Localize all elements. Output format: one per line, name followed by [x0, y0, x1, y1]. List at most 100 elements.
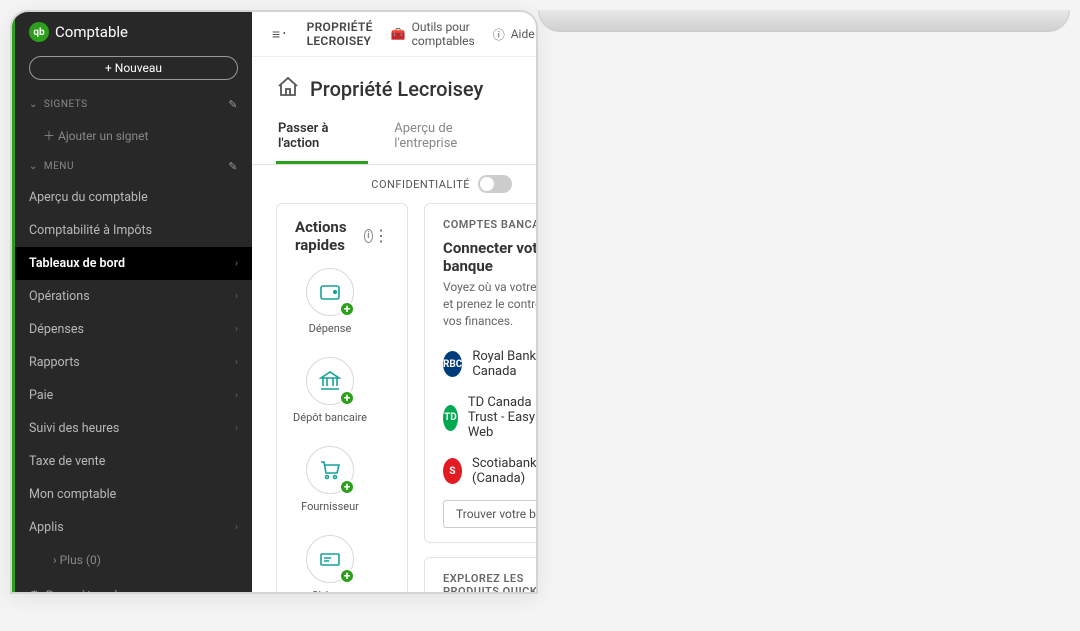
tab-overview[interactable]: Aperçu de l'entreprise [392, 111, 512, 164]
hamburger-icon[interactable]: ≡᛫ [272, 26, 289, 43]
menu-header: ⌄ MENU ✎ [15, 152, 252, 181]
toolbox-icon: 🧰 [391, 27, 406, 41]
add-bookmark-label: Ajouter un signet [58, 129, 148, 143]
bank-name: Scotiabank (Canada) [472, 456, 536, 486]
bank-logo-icon: TD [443, 405, 458, 431]
chevron-right-icon: › [235, 324, 238, 335]
breadcrumb: PROPRIÉTÉ LECROISEY [307, 20, 373, 48]
more-menu-icon[interactable]: ⋮ [373, 232, 389, 240]
page-title: Propriété Lecroisey [310, 77, 483, 101]
menu-settings[interactable]: ⚙ Paramètres du menu [15, 576, 252, 594]
bank-title: Connecter votre banque [443, 239, 536, 275]
add-bookmark[interactable]: ＋ Ajouter un signet [15, 119, 252, 152]
find-bank-button[interactable]: Trouver votre banque [443, 500, 536, 528]
bank-name: Royal Bank of Canada [472, 349, 536, 379]
bank-accounts-card: COMPTES BANCAIRES Connecter votre banque… [424, 203, 536, 543]
bank-logo-icon: RBC [443, 351, 462, 377]
explore-products-card: EXPLOREZ LES PRODUITS QUICKBOOKS PaieCen… [424, 557, 536, 592]
action-chèque[interactable]: + Chèque [295, 535, 365, 592]
menu-label: MENU [44, 161, 74, 172]
sidebar: qb Comptable + Nouveau ⌄ SIGNETS ✎ ＋ Ajou… [12, 12, 252, 592]
edit-menu-icon[interactable]: ✎ [228, 160, 238, 173]
products-section-label: EXPLOREZ LES PRODUITS QUICKBOOKS [443, 572, 536, 592]
confidentiality-label: CONFIDENTIALITÉ [371, 178, 470, 191]
edit-bookmarks-icon[interactable]: ✎ [228, 98, 238, 111]
action-label: Dépôt bancaire [293, 411, 367, 424]
confidentiality-row: CONFIDENTIALITÉ [252, 165, 536, 195]
sidebar-item-label: Taxe de vente [29, 454, 105, 469]
sidebar-item-10[interactable]: Applis › [15, 511, 252, 544]
bank-row[interactable]: RBCRoyal Bank of Canada+ [443, 341, 536, 387]
sidebar-item-6[interactable]: Paie › [15, 379, 252, 412]
sidebar-more[interactable]: › Plus (0) [15, 544, 252, 576]
info-icon[interactable]: i [364, 229, 373, 243]
sidebar-item-9[interactable]: Mon comptable [15, 478, 252, 511]
sidebar-item-label: Suivi des heures [29, 421, 119, 436]
action-label: Chèque [311, 589, 348, 592]
bank-row[interactable]: TDTD Canada Trust - Easy Web+ [443, 387, 536, 448]
help-icon: ⓘ [493, 26, 505, 43]
chevron-down-icon: ⌄ [29, 99, 38, 110]
sidebar-item-3[interactable]: Opérations › [15, 280, 252, 313]
action-dépense[interactable]: + Dépense [295, 268, 365, 335]
confidentiality-toggle[interactable] [478, 175, 512, 193]
action-fournisseur[interactable]: + Fournisseur [295, 446, 365, 513]
sidebar-item-5[interactable]: Rapports › [15, 346, 252, 379]
logo: qb Comptable [15, 12, 252, 52]
help-label: Aide [511, 27, 535, 41]
tabs: Passer à l'action Aperçu de l'entreprise [252, 111, 536, 165]
chevron-right-icon: › [235, 423, 238, 434]
action-label: Fournisseur [301, 500, 359, 513]
chevron-right-icon: › [235, 291, 238, 302]
plus-badge-icon: + [339, 568, 355, 584]
topbar: ≡᛫ PROPRIÉTÉ LECROISEY 🧰 Outils pour comp… [252, 12, 536, 57]
chevron-right-icon: › [235, 357, 238, 368]
bank-section-label: COMPTES BANCAIRES [443, 218, 536, 231]
bookmarks-label: SIGNETS [44, 99, 88, 110]
accountant-tools-label: Outils pour comptables [412, 20, 475, 48]
bank-logo-icon: S [443, 458, 462, 484]
bookmarks-header: ⌄ SIGNETS ✎ [15, 90, 252, 119]
sidebar-item-label: Rapports [29, 355, 80, 370]
help-button[interactable]: ⓘ Aide [493, 26, 535, 43]
action-dépôt bancaire[interactable]: + Dépôt bancaire [295, 357, 365, 424]
sidebar-item-label: Mon comptable [29, 487, 116, 502]
sidebar-item-label: Opérations [29, 289, 90, 304]
sidebar-item-label: Comptabilité à Impôts [29, 223, 152, 238]
chevron-down-icon: ⌄ [29, 161, 38, 172]
sidebar-item-7[interactable]: Suivi des heures › [15, 412, 252, 445]
bank-desc: Voyez où va votre argent et prenez le co… [443, 279, 536, 329]
chevron-right-icon: › [235, 390, 238, 401]
plus-badge-icon: + [339, 301, 355, 317]
action-label: Dépense [309, 322, 352, 335]
sidebar-more-label: Plus (0) [60, 553, 101, 567]
plus-badge-icon: + [339, 390, 355, 406]
bank-row[interactable]: SScotiabank (Canada)+ [443, 448, 536, 494]
sidebar-item-label: Aperçu du comptable [29, 190, 148, 205]
gear-icon: ⚙ [29, 588, 40, 594]
bank-name: TD Canada Trust - Easy Web [468, 395, 536, 440]
quick-actions-card: Actions rapides i ⋮ + Dépense + Dépôt bancai… [276, 203, 408, 592]
home-icon [276, 75, 300, 103]
sidebar-item-label: Paie [29, 388, 53, 403]
new-button[interactable]: + Nouveau [29, 56, 238, 80]
sidebar-item-8[interactable]: Taxe de vente [15, 445, 252, 478]
sidebar-item-label: Tableaux de bord [29, 256, 125, 271]
chevron-right-icon: › [235, 522, 238, 533]
plus-badge-icon: + [339, 479, 355, 495]
sidebar-item-0[interactable]: Aperçu du comptable [15, 181, 252, 214]
accountant-tools[interactable]: 🧰 Outils pour comptables [391, 20, 475, 48]
sidebar-item-4[interactable]: Dépenses › [15, 313, 252, 346]
sidebar-item-1[interactable]: Comptabilité à Impôts [15, 214, 252, 247]
quick-actions-title: Actions rapides [295, 218, 358, 254]
qb-logo-icon: qb [29, 22, 49, 42]
sidebar-item-label: Dépenses [29, 322, 84, 337]
sidebar-item-2[interactable]: Tableaux de bord › [15, 247, 252, 280]
chevron-right-icon: › [235, 258, 238, 269]
page-header: Propriété Lecroisey [252, 57, 536, 111]
tab-action[interactable]: Passer à l'action [276, 111, 368, 164]
brand-name: Comptable [55, 23, 128, 41]
sidebar-item-label: Applis [29, 520, 64, 535]
menu-settings-label: Paramètres du menu [46, 588, 157, 594]
main-content: ≡᛫ PROPRIÉTÉ LECROISEY 🧰 Outils pour comp… [252, 12, 536, 592]
